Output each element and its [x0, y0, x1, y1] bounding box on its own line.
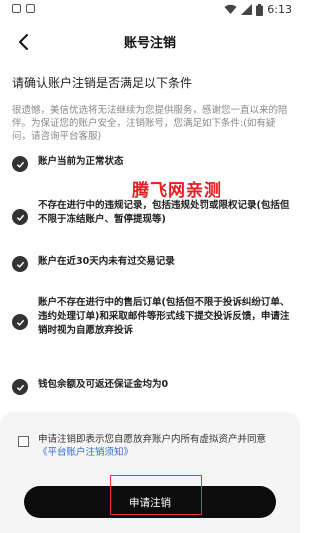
agreement-text: 申请注销即表示您自愿放弃账户内所有虚拟资产并同意 《平台账户注销须知》 [38, 433, 288, 459]
condition-text: 账户不存在进行中的售后订单(包括但不限于投诉纠纷订单、违约处理订单)和采取邮件等… [38, 297, 290, 336]
clock: 6:13 [267, 3, 292, 16]
check-circle-icon [12, 379, 28, 395]
status-bar: 6:13 [0, 0, 300, 22]
condition-item: 账户不存在进行中的售后订单(包括但不限于投诉纠纷订单、违约处理订单)和采取邮件等… [12, 296, 292, 338]
intro-text: 很遗憾，美信优选将无法继续为您提供服务，感谢您一直以来的陪伴。为保证您的账户安全… [12, 105, 288, 142]
highlight-box [110, 475, 202, 515]
condition-text: 不存在进行中的违规记录，包括违规处罚或限权记录(包括但不限于冻结账户、暂停提现等… [38, 200, 290, 225]
battery-icon [256, 3, 264, 16]
page-title: 账号注销 [123, 36, 176, 51]
conditions-heading: 请确认账户注销是否满足以下条件 [12, 76, 193, 90]
check-circle-icon [12, 156, 28, 172]
condition-text: 账户在近30天内未有过交易记录 [38, 256, 175, 267]
check-circle-icon [12, 314, 28, 330]
check-circle-icon [12, 209, 28, 225]
wifi-icon [224, 4, 237, 14]
condition-item: 钱包余额及可返还保证金均为0 [12, 378, 292, 395]
nav-bar: 账号注销 [0, 28, 300, 56]
signal-icon [241, 4, 253, 15]
condition-text: 账户当前为正常状态 [38, 156, 124, 167]
condition-item: 账户在近30天内未有过交易记录 [12, 255, 292, 272]
notification-icon [26, 4, 35, 13]
notification-icon [12, 4, 21, 13]
agreement-statement: 申请注销即表示您自愿放弃账户内所有虚拟资产并同意 [38, 434, 267, 445]
agreement-checkbox[interactable] [18, 436, 29, 447]
watermark-text: 腾飞网亲测 [132, 181, 222, 201]
condition-item: 不存在进行中的违规记录，包括违规处罚或限权记录(包括但不限于冻结账户、暂停提现等… [12, 199, 292, 227]
check-circle-icon [12, 256, 28, 272]
condition-item: 账户当前为正常状态 [12, 155, 292, 172]
terms-link[interactable]: 《平台账户注销须知》 [38, 447, 133, 458]
condition-text: 钱包余额及可返还保证金均为0 [38, 379, 169, 390]
